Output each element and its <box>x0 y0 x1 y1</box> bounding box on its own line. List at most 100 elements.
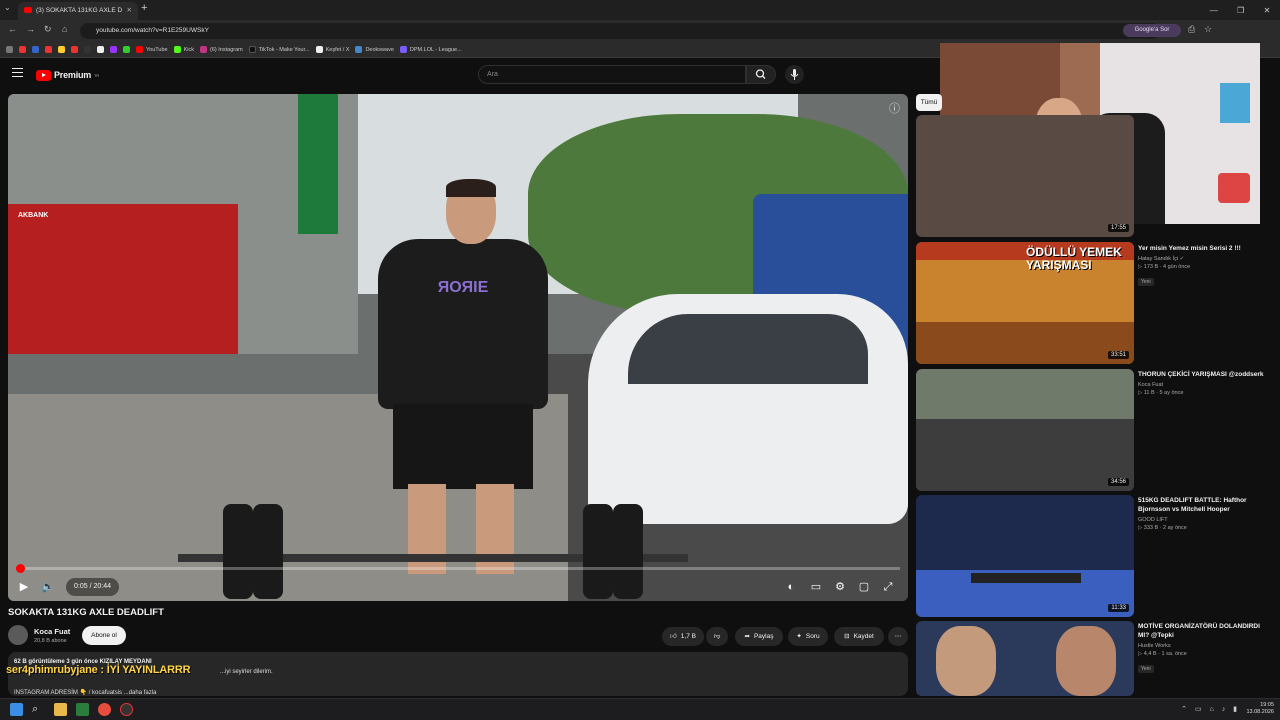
browser-tab-bar: ⌄ (3) SOKAKTA 131KG AXLE D ✕ + — ❐ ✕ <box>0 0 1280 20</box>
channel-avatar[interactable] <box>8 625 28 645</box>
video-thumbnail[interactable] <box>916 621 1134 696</box>
progress-bar[interactable] <box>16 567 900 570</box>
info-icon[interactable]: ⓘ <box>889 100 900 116</box>
filter-chip-all[interactable]: Tümü <box>916 94 942 111</box>
video-title[interactable]: MOTİVE ORGANİZATÖRÜ DOLANDIRDI MI? @Tepk… <box>1138 622 1268 640</box>
bookmark-x[interactable]: Keşfet / X <box>315 46 349 53</box>
share-button[interactable]: ➦ Paylaş <box>735 627 783 646</box>
bookmark-icon[interactable] <box>58 46 65 53</box>
new-tab-icon[interactable]: + <box>141 2 153 18</box>
google-ask-button[interactable]: Google'a Sor <box>1123 24 1181 37</box>
thumb-crowd <box>916 419 1134 491</box>
file-explorer-icon[interactable] <box>54 703 67 716</box>
bookmark-youtube[interactable]: YouTube <box>136 46 168 53</box>
video-info[interactable]: 515KG DEADLIFT BATTLE: Hafthor Bjornsson… <box>1138 496 1268 531</box>
search-icon[interactable]: ⌕ <box>32 703 45 716</box>
install-icon[interactable]: ⎙ <box>1188 24 1195 35</box>
maximize-icon[interactable]: ❐ <box>1237 6 1244 15</box>
autoplay-toggle[interactable]: ◐ <box>783 579 799 595</box>
bookmark-kick[interactable]: Kick <box>173 46 194 53</box>
tab-list-icon[interactable]: ⌄ <box>4 3 11 12</box>
youtube-header: Premium TR Ara <box>0 58 940 92</box>
subscribe-button[interactable]: Abone ol <box>82 626 126 645</box>
video-thumbnail[interactable]: 17:55 <box>916 115 1134 237</box>
save-button[interactable]: ⊟ Kaydet <box>834 627 884 646</box>
close-tab-icon[interactable]: ✕ <box>127 2 132 20</box>
close-window-icon[interactable]: ✕ <box>1264 6 1271 15</box>
bookmark-dpm[interactable]: DPM.LOL - League... <box>399 46 462 53</box>
theater-icon[interactable]: ▢ <box>856 579 872 595</box>
channel-name[interactable]: Hustle Works <box>1138 643 1268 649</box>
subtitles-icon[interactable]: ▭ <box>808 579 824 595</box>
new-badge: Yeni <box>1138 278 1154 286</box>
channel-name[interactable]: Hatay Sandık İçi ✓ <box>1138 256 1268 262</box>
apps-icon[interactable] <box>6 46 13 53</box>
bookmark-icon[interactable] <box>45 46 52 53</box>
search-input[interactable]: Ara <box>478 65 746 84</box>
description-instagram[interactable]: INSTAGRAM ADRESİM 👇 / kocafuatsis ...dah… <box>14 689 156 696</box>
bookmark-instagram[interactable]: (6) Instagram <box>200 46 243 53</box>
store-icon[interactable] <box>76 703 89 716</box>
bookmark-icon[interactable] <box>123 46 130 53</box>
like-button[interactable]: 👍︎ 1,7 B <box>662 627 704 646</box>
minimize-icon[interactable]: — <box>1210 6 1218 15</box>
home-icon[interactable]: ⌂ <box>62 24 67 34</box>
browser-tab[interactable]: (3) SOKAKTA 131KG AXLE D ✕ <box>18 2 138 20</box>
x-icon[interactable] <box>97 46 104 53</box>
bookmark-icon[interactable] <box>32 46 39 53</box>
bookmark-star-icon[interactable]: ☆ <box>1204 24 1212 35</box>
video-title[interactable]: THORUN ÇEKİCİ YARIŞMASI @zoddserk <box>1138 370 1268 379</box>
video-thumbnail[interactable]: 11:33 <box>916 495 1134 617</box>
channel-name[interactable]: GOOD LIFT <box>1138 517 1268 523</box>
video-info[interactable]: MOTİVE ORGANİZATÖRÜ DOLANDIRDI MI? @Tepk… <box>1138 622 1268 675</box>
video-player[interactable]: AKBANK ЯOЯIE ⓘ ▶ 🔈 0:05 / 20:44 ◐ ▭ ⚙ ▢ … <box>8 94 908 601</box>
settings-icon[interactable]: ⚙ <box>832 579 848 595</box>
reload-icon[interactable]: ↻ <box>44 24 52 35</box>
voice-search-button[interactable] <box>785 65 804 84</box>
instagram-icon <box>200 46 208 53</box>
video-info[interactable]: Yer misin Yemez misin Serisi 2 !!! Hatay… <box>1138 244 1268 288</box>
bookmark-deokswave[interactable]: Deokswave <box>355 46 394 53</box>
video-meta: ▷ 333 B · 2 ay önce <box>1138 525 1187 531</box>
youtube-icon <box>136 46 143 53</box>
video-title[interactable]: 515KG DEADLIFT BATTLE: Hafthor Bjornsson… <box>1138 496 1268 514</box>
logo-text: Premium <box>54 70 92 80</box>
url-input[interactable]: youtube.com/watch?v=R1E259UWSkY <box>80 23 1160 39</box>
chrome-icon[interactable] <box>98 703 111 716</box>
ask-button[interactable]: ✦ Soru <box>788 627 828 646</box>
bookmark-icon[interactable] <box>84 46 91 53</box>
video-thumbnail[interactable]: ÖDÜLLÜ YEMEK YARIŞMASI 33:51 <box>916 242 1134 364</box>
bookmark-icon[interactable] <box>71 46 78 53</box>
more-actions-button[interactable]: ⋯ <box>888 627 908 646</box>
channel-name-main[interactable]: Koca Fuat <box>34 627 70 636</box>
bookmark-icon: ⊟ <box>844 633 850 640</box>
volume-icon[interactable]: 🔈 <box>40 579 56 595</box>
menu-icon[interactable] <box>12 68 23 77</box>
back-icon[interactable]: ← <box>8 24 17 34</box>
app-icon[interactable] <box>120 703 133 716</box>
system-tray-icons[interactable]: ⌃ ▭ ⌂ ♪ ▮ <box>1181 705 1240 713</box>
video-frame-car-window <box>628 314 868 384</box>
channel-name[interactable]: Koca Fuat <box>1138 382 1268 388</box>
progress-scrubber[interactable] <box>16 564 25 573</box>
play-icon[interactable]: ▶ <box>16 579 32 595</box>
bookmark-icon[interactable] <box>19 46 26 53</box>
dislike-button[interactable]: 👎︎ <box>706 627 728 646</box>
forward-icon[interactable]: → <box>26 24 35 34</box>
video-title[interactable]: Yer misin Yemez misin Serisi 2 !!! <box>1138 244 1268 253</box>
fullscreen-icon[interactable]: ⤢ <box>880 579 896 595</box>
video-title-main: SOKAKTA 131KG AXLE DEADLIFT <box>8 607 164 618</box>
facecam-poster <box>1220 83 1250 123</box>
search-button[interactable] <box>746 65 776 84</box>
thumb-face <box>1056 626 1116 696</box>
duration-badge: 11:33 <box>1108 604 1129 612</box>
youtube-premium-logo[interactable]: Premium TR <box>36 68 99 82</box>
bookmark-icon[interactable] <box>110 46 117 53</box>
clock[interactable]: 19:05 13.08.2026 <box>1246 702 1274 716</box>
start-icon[interactable] <box>10 703 23 716</box>
duration-badge: 17:55 <box>1107 224 1129 232</box>
window-controls: — ❐ ✕ <box>1200 0 1280 20</box>
bookmark-tiktok[interactable]: TikTok - Make Your... <box>248 46 310 53</box>
video-thumbnail[interactable]: 34:56 <box>916 369 1134 491</box>
video-info[interactable]: THORUN ÇEKİCİ YARIŞMASI @zoddserk Koca F… <box>1138 370 1268 396</box>
